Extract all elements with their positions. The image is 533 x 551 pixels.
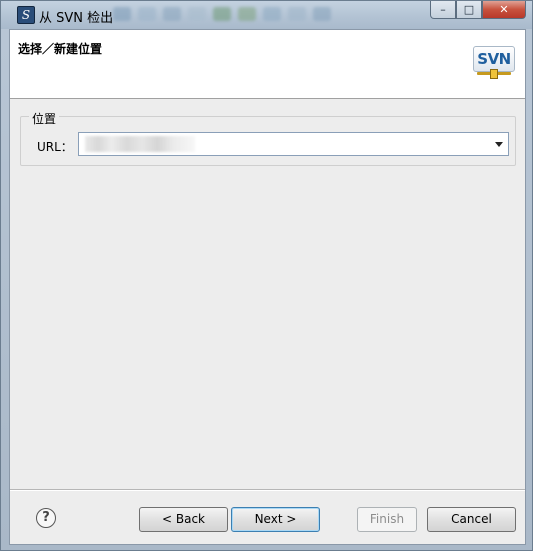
svn-logo-knob	[490, 69, 498, 79]
close-button[interactable]: ✕	[482, 1, 526, 19]
location-group-label: 位置	[29, 110, 60, 127]
finish-button: Finish	[357, 507, 417, 532]
dialog-window: S 从 SVN 检出 – □ ✕ 选择／新建位置 SVN 位置 URL： ? <…	[0, 0, 533, 551]
window-controls: – □ ✕	[430, 1, 526, 19]
url-value-blurred	[85, 136, 195, 152]
maximize-button[interactable]: □	[456, 1, 482, 19]
help-button[interactable]: ?	[36, 508, 56, 528]
svn-logo-icon: SVN	[473, 46, 515, 82]
svn-app-icon: S	[17, 6, 35, 24]
cancel-button[interactable]: Cancel	[427, 507, 516, 532]
page-title: 选择／新建位置	[18, 42, 103, 56]
next-button[interactable]: Next >	[231, 507, 320, 532]
background-toolbar-blur	[113, 5, 413, 23]
minimize-button[interactable]: –	[430, 1, 456, 19]
url-label: URL：	[37, 140, 73, 154]
back-button[interactable]: < Back	[139, 507, 228, 532]
dialog-body: 选择／新建位置 SVN 位置 URL： ? < Back Next > Fini…	[9, 29, 526, 545]
chevron-down-icon[interactable]	[495, 142, 503, 147]
wizard-header: 选择／新建位置 SVN	[10, 30, 525, 99]
title-bar[interactable]: S 从 SVN 检出 – □ ✕	[1, 1, 532, 29]
url-combobox[interactable]	[78, 132, 509, 156]
window-title: 从 SVN 检出	[39, 11, 114, 26]
footer-divider	[10, 489, 525, 491]
